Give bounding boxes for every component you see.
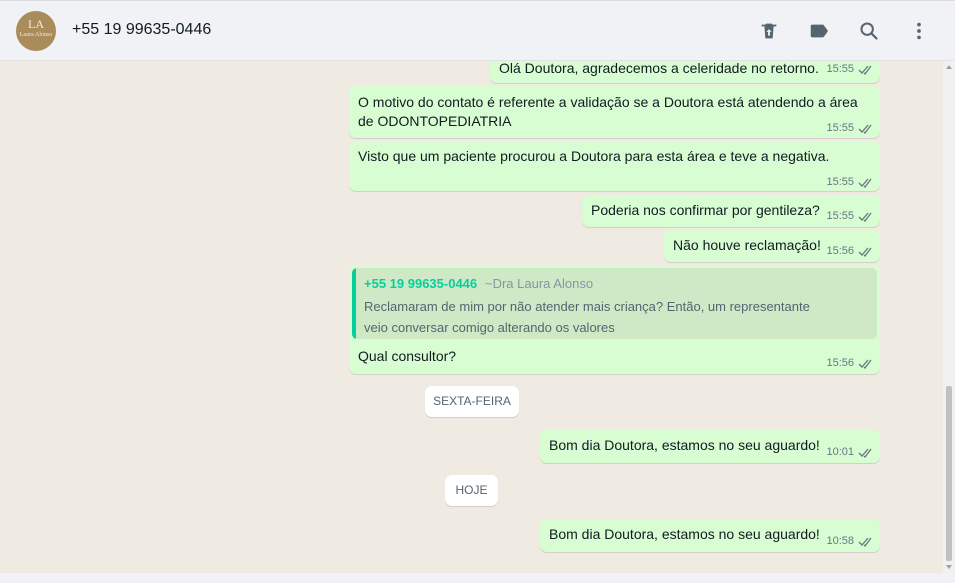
contact-avatar[interactable]: LA Laura Alonso: [16, 11, 56, 51]
message-meta: 15:55: [826, 63, 874, 75]
message-meta: 15:55: [826, 176, 874, 188]
quote-author: ~Dra Laura Alonso: [485, 276, 594, 291]
message-bubble[interactable]: Bom dia Doutora, estamos no seu aguardo!…: [540, 519, 880, 552]
label-icon[interactable]: [808, 20, 830, 42]
message-text: Qual consultor?: [358, 348, 457, 364]
message-bubble[interactable]: O motivo do contato é referente a valida…: [349, 86, 880, 138]
message-meta: 15:56: [826, 245, 874, 257]
chat-scrollbar[interactable]: [943, 61, 955, 573]
message-time: 10:01: [826, 446, 854, 458]
double-check-icon: [858, 247, 872, 257]
message-bubble-with-reply[interactable]: +55 19 99635-0446 ~Dra Laura Alonso Recl…: [349, 265, 880, 374]
contact-name[interactable]: +55 19 99635-0446: [72, 21, 211, 39]
message-text: Visto que um paciente procurou a Doutora…: [358, 148, 830, 164]
composer-strip: [0, 573, 955, 583]
double-check-icon: [858, 212, 872, 222]
message-text: Bom dia Doutora, estamos no seu aguardo!: [549, 526, 820, 542]
message-time: 15:55: [826, 176, 854, 188]
day-separator: SEXTA-FEIRA: [425, 386, 519, 417]
avatar-brand: Laura Alonso: [19, 32, 53, 38]
scroll-thumb[interactable]: [946, 386, 952, 561]
search-icon[interactable]: [858, 20, 880, 42]
quoted-message[interactable]: +55 19 99635-0446 ~Dra Laura Alonso Recl…: [352, 268, 877, 339]
message-time: 15:56: [826, 245, 854, 257]
message-text: Não houve reclamação!: [673, 237, 821, 253]
message-time: 15:55: [826, 63, 854, 75]
message-bubble[interactable]: Olá Doutora, agradecemos a celeridade no…: [490, 61, 880, 83]
double-check-icon: [858, 537, 872, 547]
message-bubble[interactable]: Poderia nos confirmar por gentileza? 15:…: [582, 195, 880, 227]
message-meta: 10:01: [826, 446, 874, 458]
quote-text: Reclamaram de mim por não atender mais c…: [364, 299, 810, 335]
message-time: 15:55: [826, 210, 854, 222]
avatar-monogram: LA: [28, 17, 44, 31]
quote-phone: +55 19 99635-0446: [364, 276, 478, 291]
double-check-icon: [858, 178, 872, 188]
message-meta: 10:58: [826, 535, 874, 547]
message-list: Olá Doutora, agradecemos a celeridade no…: [0, 61, 943, 573]
chat-header: LA Laura Alonso +55 19 99635-0446: [0, 0, 955, 61]
menu-icon[interactable]: [908, 20, 930, 42]
message-time: 15:56: [826, 357, 854, 369]
scroll-up-icon[interactable]: [946, 65, 952, 69]
double-check-icon: [858, 124, 872, 134]
message-bubble[interactable]: Não houve reclamação! 15:56: [664, 230, 880, 262]
double-check-icon: [858, 448, 872, 458]
message-text: O motivo do contato é referente a valida…: [358, 94, 858, 129]
message-bubble[interactable]: Visto que um paciente procurou a Doutora…: [349, 141, 880, 191]
scroll-down-icon[interactable]: [946, 565, 952, 569]
message-text: Olá Doutora, agradecemos a celeridade no…: [499, 61, 819, 76]
quote-accent-bar: [352, 268, 356, 339]
message-text: Poderia nos confirmar por gentileza?: [591, 202, 820, 218]
double-check-icon: [858, 65, 872, 75]
message-bubble[interactable]: Bom dia Doutora, estamos no seu aguardo!…: [540, 430, 880, 463]
delete-icon[interactable]: [758, 20, 780, 42]
message-meta: 15:56: [826, 357, 874, 369]
message-time: 15:55: [826, 122, 854, 134]
double-check-icon: [858, 359, 872, 369]
message-meta: 15:55: [826, 122, 874, 134]
day-separator: HOJE: [445, 475, 498, 506]
message-text: Bom dia Doutora, estamos no seu aguardo!: [549, 437, 820, 453]
message-time: 10:58: [826, 535, 854, 547]
message-meta: 15:55: [826, 210, 874, 222]
